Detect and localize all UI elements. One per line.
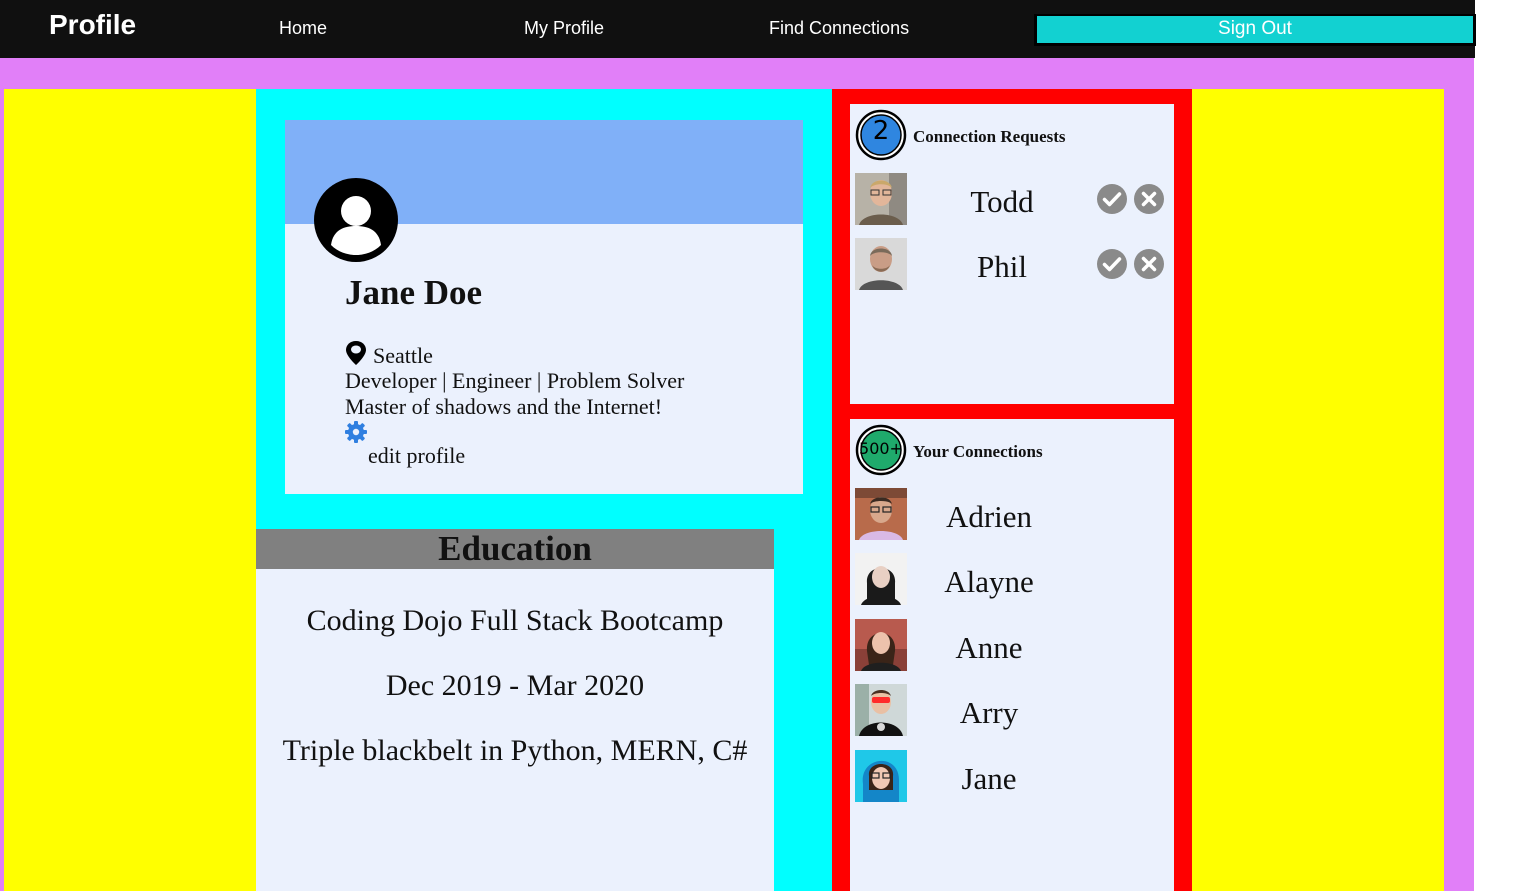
check-circle-icon[interactable]: [1096, 183, 1128, 215]
request-name[interactable]: Todd: [912, 184, 1092, 220]
gear-icon[interactable]: [344, 420, 368, 444]
profile-name: Jane Doe: [345, 273, 483, 312]
left-column: [4, 89, 256, 891]
request-photo-phil[interactable]: [855, 238, 907, 290]
user-circle-icon[interactable]: [314, 178, 398, 262]
request-name[interactable]: Phil: [912, 249, 1092, 285]
person-photo: [855, 173, 907, 225]
connections-count: 500+: [859, 439, 903, 458]
profile-bio: Master of shadows and the Internet!: [345, 394, 663, 419]
your-connections-title: Your Connections: [913, 442, 1043, 461]
request-count-badge: 2: [855, 109, 907, 161]
profile-location: Seattle: [373, 343, 433, 368]
nav-my-profile-link[interactable]: My Profile: [524, 18, 604, 39]
connection-name[interactable]: Jane: [899, 761, 1079, 797]
nav-find-connections-link[interactable]: Find Connections: [769, 18, 909, 39]
x-circle-icon[interactable]: [1133, 183, 1165, 215]
edit-profile-link[interactable]: edit profile: [368, 443, 465, 469]
sign-out-button[interactable]: Sign Out: [1034, 14, 1476, 46]
education-note: Triple blackbelt in Python, MERN, C#: [282, 734, 748, 767]
connection-requests-title: Connection Requests: [913, 127, 1066, 146]
connection-name[interactable]: Alayne: [899, 564, 1079, 600]
connection-name[interactable]: Arry: [899, 695, 1079, 731]
map-pin-icon: [346, 341, 366, 365]
x-circle-icon[interactable]: [1133, 248, 1165, 280]
education-dates: Dec 2019 - Mar 2020: [385, 669, 645, 702]
education-school: Coding Dojo Full Stack Bootcamp: [306, 604, 724, 637]
education-title: Education: [438, 529, 592, 568]
check-circle-icon[interactable]: [1096, 248, 1128, 280]
request-count: 2: [872, 116, 890, 146]
connections-count-badge: 500+: [855, 424, 907, 476]
request-photo-todd[interactable]: [855, 173, 907, 225]
profile-tagline: Developer | Engineer | Problem Solver: [345, 368, 685, 393]
nav-home-link[interactable]: Home: [279, 18, 327, 39]
connection-name[interactable]: Anne: [899, 630, 1079, 666]
far-right-column: [1192, 89, 1444, 891]
person-photo: [855, 238, 907, 290]
education-panel: [256, 529, 774, 891]
connection-name[interactable]: Adrien: [899, 499, 1079, 535]
brand-title[interactable]: Profile: [49, 9, 136, 41]
